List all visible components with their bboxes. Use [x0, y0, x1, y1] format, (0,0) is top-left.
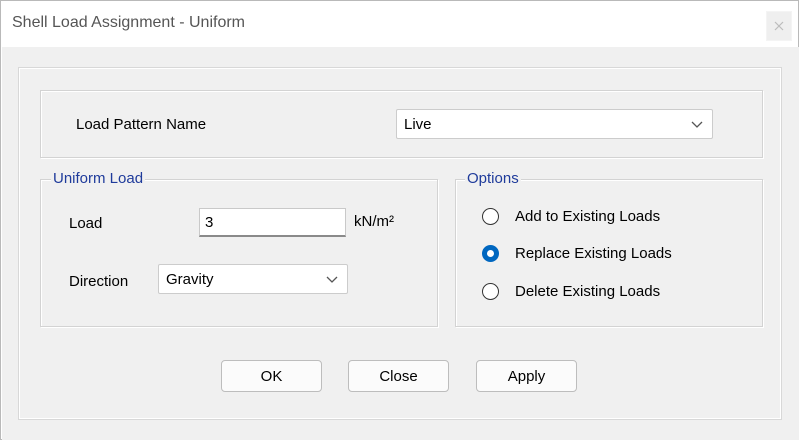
option-add-to-existing[interactable]: Add to Existing Loads	[482, 205, 660, 227]
radio-add-to-existing[interactable]	[482, 207, 499, 225]
option-replace-existing[interactable]: Replace Existing Loads	[482, 242, 672, 264]
chevron-down-icon	[326, 276, 338, 283]
option-delete-label: Delete Existing Loads	[515, 282, 661, 300]
title-bar[interactable]: Shell Load Assignment - Uniform	[1, 1, 798, 47]
apply-button[interactable]: Apply	[476, 360, 577, 392]
load-unit-label: kN/m²	[354, 213, 394, 230]
load-pattern-label: Load Pattern Name	[76, 116, 207, 133]
uniform-load-group-title: Uniform Load	[51, 170, 146, 188]
ok-button[interactable]: OK	[221, 360, 322, 392]
load-pattern-group: Load Pattern Name Live	[40, 90, 763, 158]
options-group-title: Options	[465, 170, 521, 188]
window-title: Shell Load Assignment - Uniform	[12, 14, 245, 31]
radio-replace-existing[interactable]	[482, 244, 499, 262]
radio-delete-existing[interactable]	[482, 282, 499, 300]
direction-value: Gravity	[166, 270, 214, 288]
option-add-label: Add to Existing Loads	[515, 207, 661, 225]
direction-dropdown[interactable]: Gravity	[158, 264, 348, 294]
close-window-button[interactable]	[766, 11, 792, 41]
load-pattern-value: Live	[404, 115, 432, 133]
close-button[interactable]: Close	[348, 360, 449, 392]
dialog-window: Shell Load Assignment - Uniform Load Pat…	[0, 0, 799, 440]
load-value: 3	[205, 213, 214, 231]
close-icon	[774, 21, 784, 31]
load-label: Load	[69, 215, 103, 232]
chevron-down-icon	[691, 121, 703, 128]
load-value-input[interactable]: 3	[199, 208, 346, 237]
load-pattern-dropdown[interactable]: Live	[396, 109, 713, 139]
direction-label: Direction	[69, 273, 129, 290]
dialog-client-area: Load Pattern Name Live Uniform Load Load…	[2, 47, 799, 440]
uniform-load-group: Uniform Load Load 3 kN/m² Direction Grav…	[40, 170, 438, 327]
option-delete-existing[interactable]: Delete Existing Loads	[482, 280, 660, 302]
option-replace-label: Replace Existing Loads	[515, 244, 672, 262]
options-group: Options Add to Existing Loads Replace Ex…	[455, 170, 763, 327]
